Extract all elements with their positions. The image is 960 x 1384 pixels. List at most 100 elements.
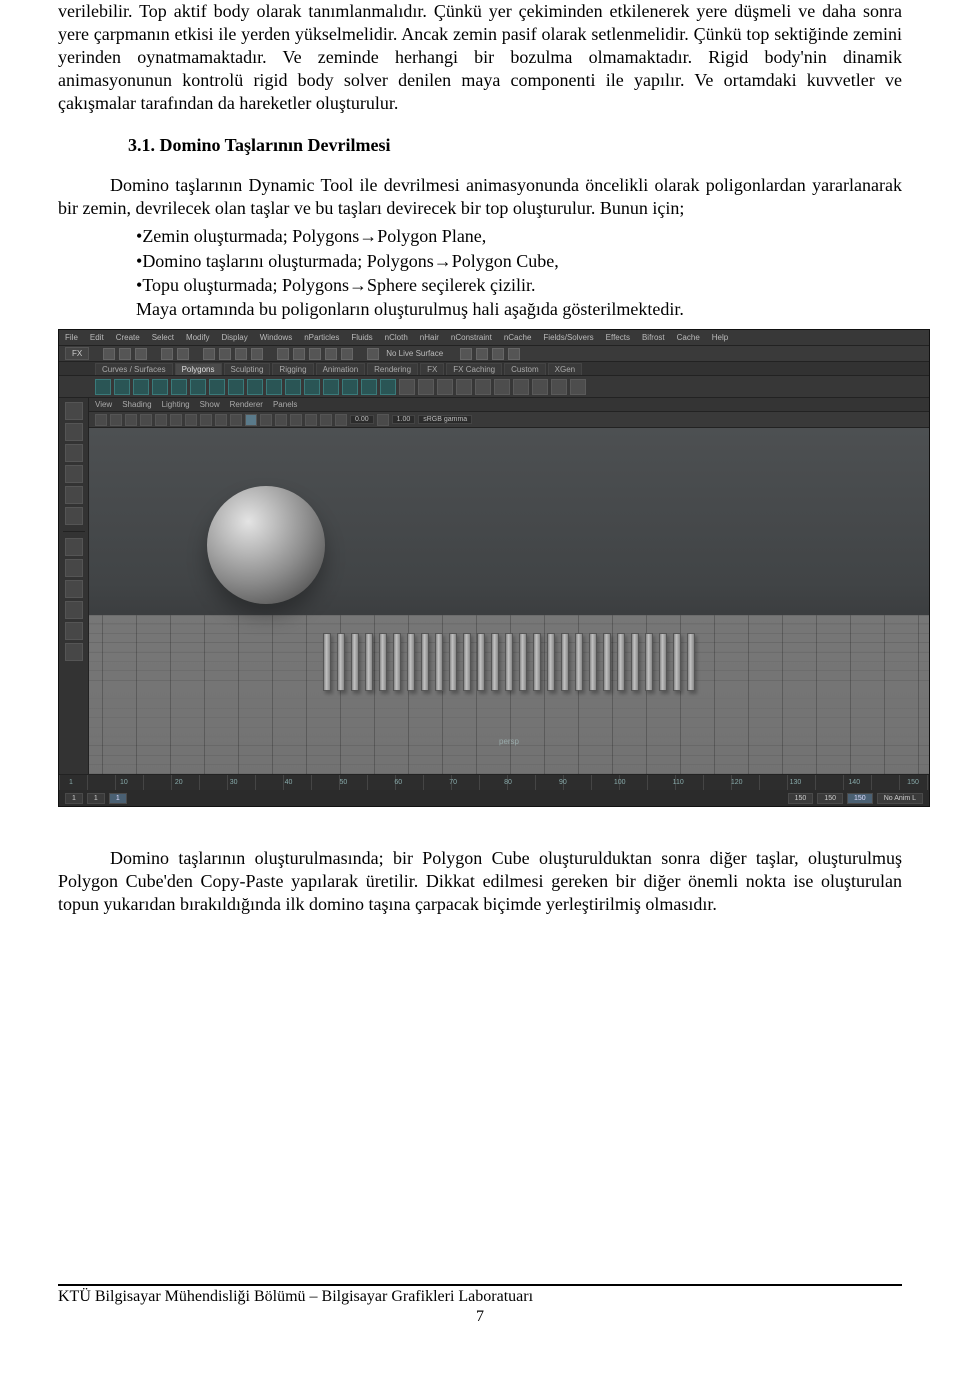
magnet-icon[interactable] (367, 348, 379, 360)
vp-shaded-icon[interactable] (245, 414, 257, 426)
vp-menu-item[interactable]: Lighting (162, 400, 190, 409)
save-scene-icon[interactable] (135, 348, 147, 360)
render-icon[interactable] (476, 348, 488, 360)
shelf-tab[interactable]: Sculpting (224, 363, 271, 375)
shelf-tab[interactable]: Curves / Surfaces (95, 363, 173, 375)
snap-plane-icon[interactable] (325, 348, 337, 360)
vp-image-plane-icon[interactable] (140, 414, 152, 426)
menu-item[interactable]: Edit (90, 333, 104, 342)
vp-grid-icon[interactable] (170, 414, 182, 426)
vp-bookmark-icon[interactable] (125, 414, 137, 426)
layout-four-icon[interactable] (65, 559, 83, 577)
vp-lock-camera-icon[interactable] (110, 414, 122, 426)
layout-single-icon[interactable] (65, 538, 83, 556)
poly-super-icon[interactable] (361, 379, 377, 395)
vp-2d-pan-icon[interactable] (155, 414, 167, 426)
poly-helix-icon[interactable] (304, 379, 320, 395)
menu-item[interactable]: Modify (186, 333, 210, 342)
snap-grid-icon[interactable] (277, 348, 289, 360)
poly-soccer-icon[interactable] (342, 379, 358, 395)
poly-sphere-icon[interactable] (95, 379, 111, 395)
poly-plane-icon[interactable] (190, 379, 206, 395)
vp-menu-item[interactable]: Show (200, 400, 220, 409)
anim-end-field[interactable]: 150 (817, 793, 843, 804)
vp-lights-icon[interactable] (275, 414, 287, 426)
menu-item[interactable]: Fluids (351, 333, 372, 342)
paint-select-icon[interactable] (65, 444, 83, 462)
shelf-tab[interactable]: Custom (504, 363, 546, 375)
range-end-field[interactable]: 150 (847, 793, 873, 804)
menu-item[interactable]: Bifrost (642, 333, 665, 342)
vp-xray-icon[interactable] (320, 414, 332, 426)
menu-item[interactable]: Create (116, 333, 140, 342)
render-settings-icon[interactable] (508, 348, 520, 360)
poly-platonic-icon[interactable] (228, 379, 244, 395)
menu-item[interactable]: Help (712, 333, 728, 342)
menu-item[interactable]: nCache (504, 333, 532, 342)
poly-extrude-icon[interactable] (494, 379, 510, 395)
scale-tool-icon[interactable] (65, 507, 83, 525)
poly-cylinder-icon[interactable] (133, 379, 149, 395)
vp-menu-item[interactable]: Renderer (230, 400, 263, 409)
time-slider[interactable]: 1 10 20 30 40 50 60 70 80 90 100 110 120… (59, 774, 929, 790)
select-edge-icon[interactable] (219, 348, 231, 360)
poly-gear-icon[interactable] (323, 379, 339, 395)
shelf-tab[interactable]: FX (420, 363, 444, 375)
vp-exposure-field[interactable]: 0.00 (350, 415, 374, 424)
menu-item[interactable]: Select (152, 333, 174, 342)
layout-outliner-icon[interactable] (65, 580, 83, 598)
move-tool-icon[interactable] (65, 465, 83, 483)
poly-disc-icon[interactable] (209, 379, 225, 395)
poly-bevel-icon[interactable] (532, 379, 548, 395)
vp-gate-mask-icon[interactable] (215, 414, 227, 426)
menu-item[interactable]: Fields/Solvers (543, 333, 593, 342)
playback-start-field[interactable]: 1 (87, 793, 105, 804)
anim-start-field[interactable]: 1 (65, 793, 83, 804)
poly-target-weld-icon[interactable] (570, 379, 586, 395)
vp-select-camera-icon[interactable] (95, 414, 107, 426)
poly-type-icon[interactable] (380, 379, 396, 395)
vp-film-gate-icon[interactable] (185, 414, 197, 426)
menu-item[interactable]: Cache (677, 333, 700, 342)
poly-combine-icon[interactable] (399, 379, 415, 395)
shelf-tab[interactable]: FX Caching (446, 363, 502, 375)
lasso-tool-icon[interactable] (65, 423, 83, 441)
poly-prism-icon[interactable] (266, 379, 282, 395)
menu-item[interactable]: nConstraint (451, 333, 492, 342)
current-frame-field[interactable]: 1 (109, 793, 127, 804)
poly-cone-icon[interactable] (152, 379, 168, 395)
poly-multicut-icon[interactable] (551, 379, 567, 395)
snap-point-icon[interactable] (309, 348, 321, 360)
vp-wireframe-icon[interactable] (230, 414, 242, 426)
menu-item[interactable]: Display (222, 333, 248, 342)
rotate-tool-icon[interactable] (65, 486, 83, 504)
menu-item[interactable]: nHair (420, 333, 439, 342)
layout-persp-icon[interactable] (65, 601, 83, 619)
vp-viewtransform-dropdown[interactable]: sRGB gamma (418, 415, 472, 424)
new-scene-icon[interactable] (103, 348, 115, 360)
vp-textured-icon[interactable] (260, 414, 272, 426)
vp-menu-item[interactable]: View (95, 400, 112, 409)
select-vertex-icon[interactable] (203, 348, 215, 360)
ipr-render-icon[interactable] (492, 348, 504, 360)
poly-bridge-icon[interactable] (513, 379, 529, 395)
poly-separate-icon[interactable] (418, 379, 434, 395)
shelf-tab[interactable]: Rigging (272, 363, 313, 375)
menu-item[interactable]: nParticles (304, 333, 339, 342)
vp-isolate-icon[interactable] (305, 414, 317, 426)
vp-gamma-field[interactable]: 1.00 (392, 415, 416, 424)
vp-resolution-gate-icon[interactable] (200, 414, 212, 426)
poly-torus-icon[interactable] (171, 379, 187, 395)
menu-item[interactable]: Effects (606, 333, 630, 342)
vp-xray-joints-icon[interactable] (335, 414, 347, 426)
menuset-dropdown[interactable]: FX (65, 347, 89, 360)
anim-layer-dropdown[interactable]: No Anim L (877, 793, 923, 804)
playback-end-field[interactable]: 150 (788, 793, 814, 804)
shelf-tab[interactable]: Animation (316, 363, 366, 375)
menu-item[interactable]: File (65, 333, 78, 342)
poly-smooth-icon[interactable] (437, 379, 453, 395)
snap-live-icon[interactable] (341, 348, 353, 360)
redo-icon[interactable] (177, 348, 189, 360)
poly-reduce-icon[interactable] (475, 379, 491, 395)
poly-pipe-icon[interactable] (285, 379, 301, 395)
